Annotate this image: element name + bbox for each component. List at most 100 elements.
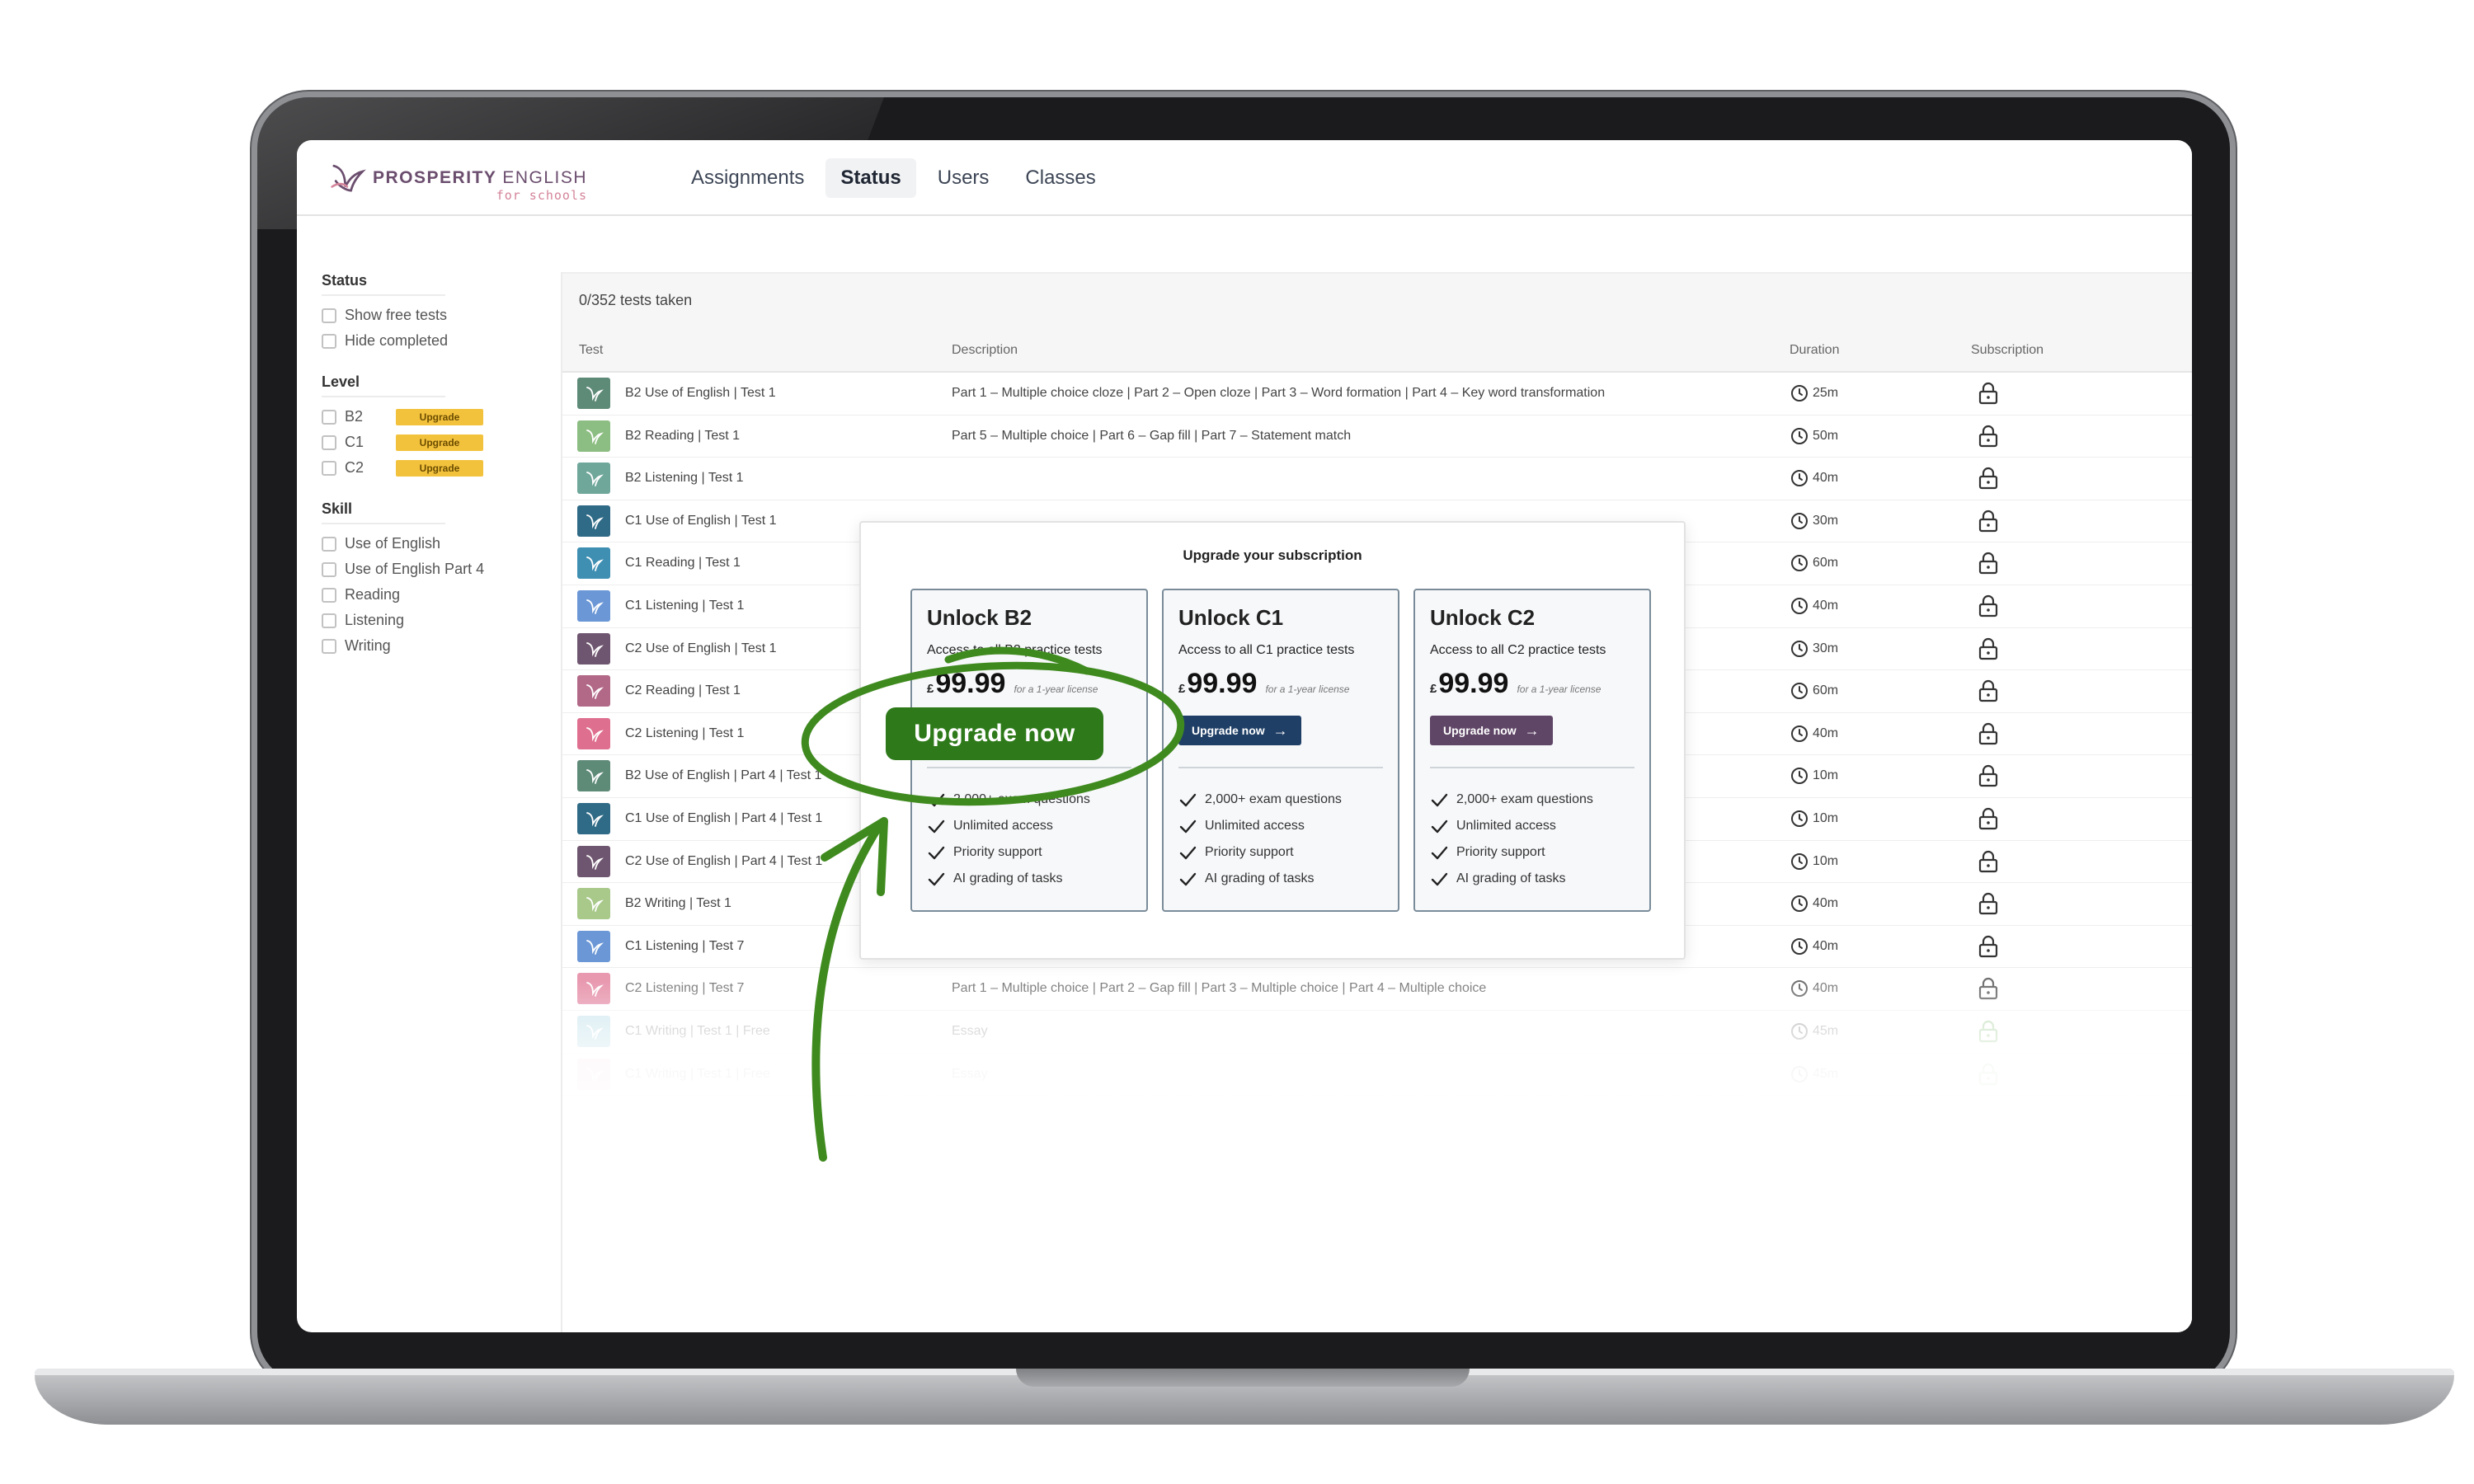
header-subscription[interactable]: Subscription <box>1971 343 2044 358</box>
check-icon <box>1179 819 1197 834</box>
lock-icon[interactable] <box>1978 764 1999 787</box>
filter-show-free[interactable]: Show free tests <box>322 303 569 328</box>
feature-item: AI grading of tasks <box>1178 866 1342 892</box>
duration-value: 30m <box>1813 513 1839 528</box>
price-note: for a 1-year license <box>1517 683 1602 695</box>
duration-value: 10m <box>1813 768 1839 783</box>
feature-list: 2,000+ exam questions Unlimited access Pri… <box>1178 787 1342 892</box>
test-thumbnail <box>577 547 610 580</box>
test-duration: 60m <box>1790 553 1838 573</box>
lock-icon[interactable] <box>1978 722 1999 745</box>
test-name[interactable]: B2 Writing | Test 1 <box>625 896 731 911</box>
checkbox[interactable] <box>322 434 336 450</box>
test-name[interactable]: C1 Listening | Test 7 <box>625 939 744 954</box>
bird-icon <box>586 726 604 742</box>
price-note: for a 1-year license <box>1265 683 1350 695</box>
feature-label: AI grading of tasks <box>953 871 1063 885</box>
test-name[interactable]: B2 Use of English | Part 4 | Test 1 <box>625 768 821 783</box>
filter-skill-writing[interactable]: Writing <box>322 633 569 659</box>
test-name[interactable]: C2 Use of English | Test 1 <box>625 641 777 656</box>
plan-card: Unlock C1 Access to all C1 practice tests… <box>1162 589 1399 912</box>
table-row[interactable]: B2 Use of English | Test 1 Part 1 – Multi… <box>562 373 2192 416</box>
plan-upgrade-button[interactable]: Upgrade now → <box>1178 716 1301 745</box>
checkbox[interactable] <box>322 613 336 628</box>
header-description[interactable]: Description <box>952 343 1018 358</box>
feature-item: Unlimited access <box>1178 813 1342 839</box>
checkbox[interactable] <box>322 587 336 603</box>
filter-skill-use-of-english[interactable]: Use of English <box>322 531 569 556</box>
lock-icon[interactable] <box>1978 679 1999 702</box>
table-row[interactable]: B2 Reading | Test 1 Part 5 – Multiple cho… <box>562 416 2192 458</box>
bird-icon <box>586 387 604 402</box>
upgrade-now-highlight-button[interactable]: Upgrade now <box>886 707 1103 760</box>
checkbox[interactable] <box>322 460 336 476</box>
brand-logo[interactable]: PROSPERITY ENGLISH for schools <box>328 158 588 203</box>
test-name[interactable]: C1 Reading | Test 1 <box>625 556 741 571</box>
brand-tagline: for schools <box>496 188 588 203</box>
nav-users[interactable]: Users <box>923 158 1004 198</box>
lock-icon[interactable] <box>1978 552 1999 575</box>
clock-icon <box>1791 683 1808 700</box>
lock-icon[interactable] <box>1978 594 1999 618</box>
checkbox[interactable] <box>322 561 336 577</box>
nav-classes[interactable]: Classes <box>1010 158 1110 198</box>
duration-value: 40m <box>1813 896 1839 911</box>
upgrade-badge[interactable]: Upgrade <box>396 459 483 477</box>
test-duration: 50m <box>1790 426 1838 446</box>
test-thumbnail <box>577 802 610 834</box>
filter-skill-listening[interactable]: Listening <box>322 608 569 633</box>
test-name[interactable]: B2 Reading | Test 1 <box>625 429 740 444</box>
test-duration: 10m <box>1790 852 1838 871</box>
nav-assignments[interactable]: Assignments <box>676 158 819 198</box>
test-name[interactable]: C2 Use of English | Part 4 | Test 1 <box>625 854 822 869</box>
checkbox[interactable] <box>322 536 336 552</box>
lock-icon[interactable] <box>1978 807 1999 830</box>
header-test[interactable]: Test <box>579 343 603 358</box>
lock-icon[interactable] <box>1978 382 1999 405</box>
lock-icon[interactable] <box>1978 892 1999 915</box>
bird-icon <box>586 514 604 529</box>
lock-icon[interactable] <box>1978 850 1999 873</box>
test-name[interactable]: C1 Listening | Test 1 <box>625 599 744 613</box>
filter-skill-reading[interactable]: Reading <box>322 582 569 608</box>
duration-value: 40m <box>1813 471 1839 486</box>
feature-label: 2,000+ exam questions <box>953 792 1090 806</box>
checkbox[interactable] <box>322 409 336 425</box>
lock-icon[interactable] <box>1978 467 1999 490</box>
filter-hide-completed[interactable]: Hide completed <box>322 328 569 354</box>
table-row[interactable]: B2 Listening | Test 1 40m <box>562 458 2192 500</box>
filter-level-c2[interactable]: C2 Upgrade <box>322 455 569 481</box>
feature-item: Priority support <box>927 839 1090 866</box>
clock-icon <box>1791 768 1808 785</box>
test-name[interactable]: C1 Use of English | Part 4 | Test 1 <box>625 811 822 826</box>
lock-icon[interactable] <box>1978 425 1999 448</box>
checkbox[interactable] <box>322 308 336 323</box>
lock-icon[interactable] <box>1978 935 1999 958</box>
check-icon <box>1431 819 1448 834</box>
test-name[interactable]: B2 Listening | Test 1 <box>625 471 744 486</box>
duration-value: 40m <box>1813 598 1839 613</box>
filter-skill-uoe-part4[interactable]: Use of English Part 4 <box>322 556 569 582</box>
plan-upgrade-button[interactable]: Upgrade now → <box>1430 716 1553 745</box>
duration-value: 40m <box>1813 938 1839 953</box>
lock-icon[interactable] <box>1978 510 1999 533</box>
filter-level-b2[interactable]: B2 Upgrade <box>322 404 569 430</box>
filter-level-c1[interactable]: C1 Upgrade <box>322 430 569 455</box>
checkbox[interactable] <box>322 333 336 349</box>
clock-icon <box>1791 725 1808 742</box>
test-name[interactable]: C2 Listening | Test 1 <box>625 726 744 741</box>
test-thumbnail <box>577 760 610 792</box>
upgrade-badge[interactable]: Upgrade <box>396 408 483 425</box>
test-name[interactable]: C2 Reading | Test 1 <box>625 683 741 698</box>
clock-icon <box>1791 852 1808 870</box>
test-name[interactable]: C1 Use of English | Test 1 <box>625 514 777 528</box>
test-name[interactable]: B2 Use of English | Test 1 <box>625 386 776 401</box>
upgrade-badge[interactable]: Upgrade <box>396 434 483 451</box>
nav-status[interactable]: Status <box>825 158 916 198</box>
header-duration[interactable]: Duration <box>1790 343 1839 358</box>
lock-icon[interactable] <box>1978 637 1999 660</box>
filter-label: C2 <box>345 459 365 476</box>
filter-label: Listening <box>345 612 405 628</box>
duration-value: 60m <box>1813 683 1839 698</box>
checkbox[interactable] <box>322 638 336 654</box>
